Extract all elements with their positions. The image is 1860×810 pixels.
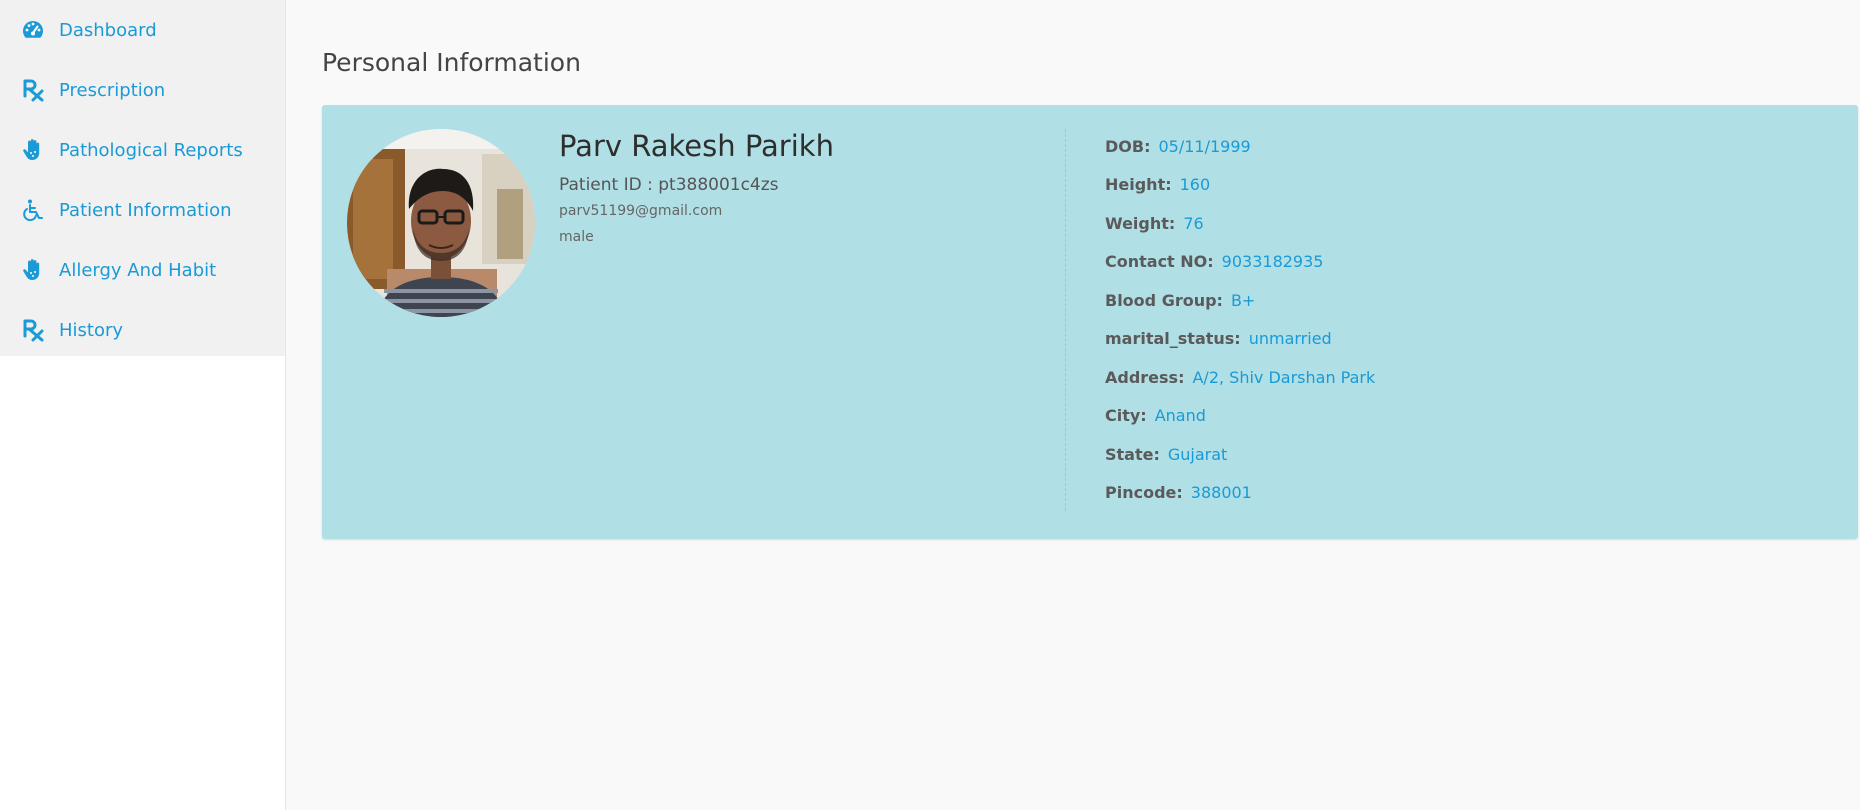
detail-value: Gujarat — [1167, 444, 1228, 464]
detail-row-contact: Contact NO: 9033182935 — [1105, 243, 1375, 282]
detail-value: Anand — [1154, 406, 1206, 426]
sidebar-item-label: History — [59, 319, 124, 341]
patient-gender: male — [559, 229, 594, 245]
main-content: Personal Information Parv Rakesh Parikh … — [286, 0, 1860, 810]
sidebar-item-dashboard[interactable]: Dashboard — [0, 0, 285, 60]
avatar — [347, 129, 535, 317]
hand-icon — [20, 257, 46, 283]
sidebar-item-allergy-and-habit[interactable]: Allergy And Habit — [0, 240, 285, 300]
detail-label: Weight: — [1105, 213, 1176, 233]
dashboard-icon — [20, 17, 46, 43]
sidebar-item-patient-information[interactable]: Patient Information — [0, 180, 285, 240]
sidebar: Dashboard Prescription Pathological Repo… — [0, 0, 286, 810]
divider — [1065, 129, 1066, 511]
detail-label: marital_status: — [1105, 329, 1241, 349]
detail-row-city: City: Anand — [1105, 397, 1375, 436]
personal-info-card: Parv Rakesh Parikh Patient ID : pt388001… — [322, 105, 1858, 539]
detail-value: 388001 — [1190, 483, 1252, 503]
sidebar-item-label: Pathological Reports — [59, 139, 243, 161]
detail-label: State: — [1105, 444, 1160, 464]
detail-value: 160 — [1179, 175, 1211, 195]
patient-name: Parv Rakesh Parikh — [559, 129, 834, 163]
patient-email: parv51199@gmail.com — [559, 203, 723, 219]
sidebar-item-history[interactable]: History — [0, 300, 285, 360]
detail-label: Blood Group: — [1105, 290, 1223, 310]
page-title: Personal Information — [322, 48, 581, 77]
detail-value: A/2, Shiv Darshan Park — [1192, 367, 1376, 387]
sidebar-nav: Dashboard Prescription Pathological Repo… — [0, 0, 285, 356]
detail-value: 05/11/1999 — [1158, 136, 1251, 156]
patient-id: Patient ID : pt388001c4zs — [559, 175, 779, 195]
detail-row-state: State: Gujarat — [1105, 435, 1375, 474]
prescription-icon — [20, 77, 46, 103]
detail-row-marital-status: marital_status: unmarried — [1105, 320, 1375, 359]
detail-value: B+ — [1230, 290, 1256, 310]
detail-row-blood-group: Blood Group: B+ — [1105, 281, 1375, 320]
detail-label: City: — [1105, 406, 1147, 426]
detail-row-weight: Weight: 76 — [1105, 204, 1375, 243]
sidebar-item-label: Prescription — [59, 79, 166, 101]
sidebar-item-pathological-reports[interactable]: Pathological Reports — [0, 120, 285, 180]
detail-value: 76 — [1183, 213, 1204, 233]
hand-icon — [20, 137, 46, 163]
detail-value: 9033182935 — [1221, 252, 1324, 272]
detail-row-pincode: Pincode: 388001 — [1105, 474, 1375, 513]
details-list: DOB: 05/11/1999 Height: 160 Weight: 76 C… — [1105, 127, 1375, 512]
detail-row-address: Address: A/2, Shiv Darshan Park — [1105, 358, 1375, 397]
detail-row-dob: DOB: 05/11/1999 — [1105, 127, 1375, 166]
detail-row-height: Height: 160 — [1105, 166, 1375, 205]
sidebar-item-label: Patient Information — [59, 199, 232, 221]
detail-value: unmarried — [1248, 329, 1332, 349]
prescription-icon — [20, 317, 46, 343]
detail-label: Address: — [1105, 367, 1185, 387]
detail-label: DOB: — [1105, 136, 1151, 156]
wheelchair-icon — [20, 197, 46, 223]
sidebar-item-label: Allergy And Habit — [59, 259, 217, 281]
sidebar-item-prescription[interactable]: Prescription — [0, 60, 285, 120]
detail-label: Pincode: — [1105, 483, 1183, 503]
sidebar-item-label: Dashboard — [59, 19, 157, 41]
detail-label: Contact NO: — [1105, 252, 1214, 272]
detail-label: Height: — [1105, 175, 1172, 195]
